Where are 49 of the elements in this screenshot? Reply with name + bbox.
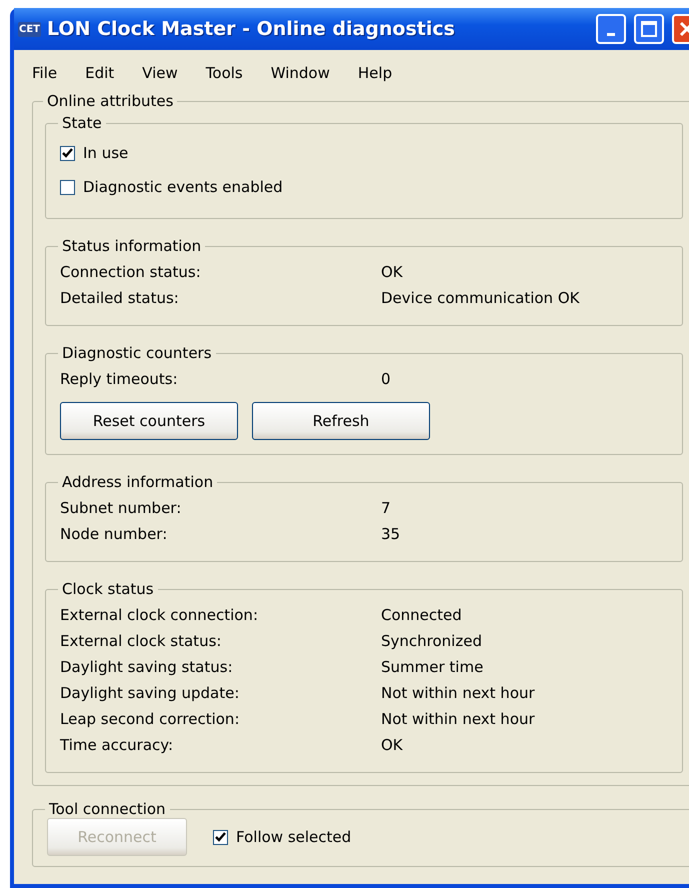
maximize-button[interactable] <box>634 14 664 44</box>
group-title: Diagnostic counters <box>61 344 213 362</box>
checkbox[interactable] <box>213 830 228 844</box>
field-label: Leap second correction: <box>60 709 240 730</box>
minimize-button[interactable] <box>596 14 626 44</box>
field-value: Connected <box>381 605 463 626</box>
field-value: 7 <box>381 498 392 519</box>
field-value: 0 <box>381 369 392 390</box>
field-value: 35 <box>381 524 402 545</box>
group-title: State <box>61 114 103 132</box>
menu-item[interactable]: Help <box>354 64 404 82</box>
menu-item[interactable]: File <box>28 64 70 82</box>
group-title: Tool connection <box>48 800 167 818</box>
menu-item[interactable]: Edit <box>81 64 126 82</box>
field-label: Time accuracy: <box>60 735 174 756</box>
field-value: OK <box>381 262 404 283</box>
app-icon: CET <box>18 22 41 36</box>
field-label: Detailed status: <box>60 288 180 309</box>
checkbox-label[interactable]: Follow selected <box>236 828 352 846</box>
field-label: External clock connection: <box>60 605 259 626</box>
field-label: Reply timeouts: <box>60 369 179 390</box>
group-title: Address information <box>61 473 214 491</box>
checkbox-label[interactable]: Diagnostic events enabled <box>83 178 283 196</box>
field-label: Connection status: <box>60 262 202 283</box>
field-value: Not within next hour <box>381 709 536 730</box>
field-value: Device communication OK <box>381 288 580 309</box>
menu-item[interactable]: Tools <box>202 64 255 82</box>
checkbox-label[interactable]: In use <box>83 144 128 162</box>
field-label: Daylight saving status: <box>60 657 234 678</box>
window-title: LON Clock Master - Online diagnostics <box>47 18 456 40</box>
checkbox[interactable] <box>60 180 75 194</box>
field-label: External clock status: <box>60 631 222 652</box>
field-value: Summer time <box>381 657 484 678</box>
field-value: Not within next hour <box>381 683 536 704</box>
group-title: Status information <box>61 237 202 255</box>
field-label: Subnet number: <box>60 498 182 519</box>
menu-item[interactable]: Window <box>266 64 342 82</box>
push-button[interactable]: Reset counters <box>60 402 238 440</box>
field-label: Node number: <box>60 524 168 545</box>
group-title: Clock status <box>61 580 155 598</box>
minimize-icon <box>607 32 615 36</box>
group-title: Online attributes <box>46 92 174 110</box>
push-button[interactable]: Refresh <box>252 402 430 440</box>
field-label: Daylight saving update: <box>60 683 240 704</box>
field-value: Synchronized <box>381 631 483 652</box>
field-value: OK <box>381 735 404 756</box>
maximize-icon <box>641 21 657 37</box>
menu-item[interactable]: View <box>138 64 190 82</box>
checkbox[interactable] <box>60 146 75 160</box>
